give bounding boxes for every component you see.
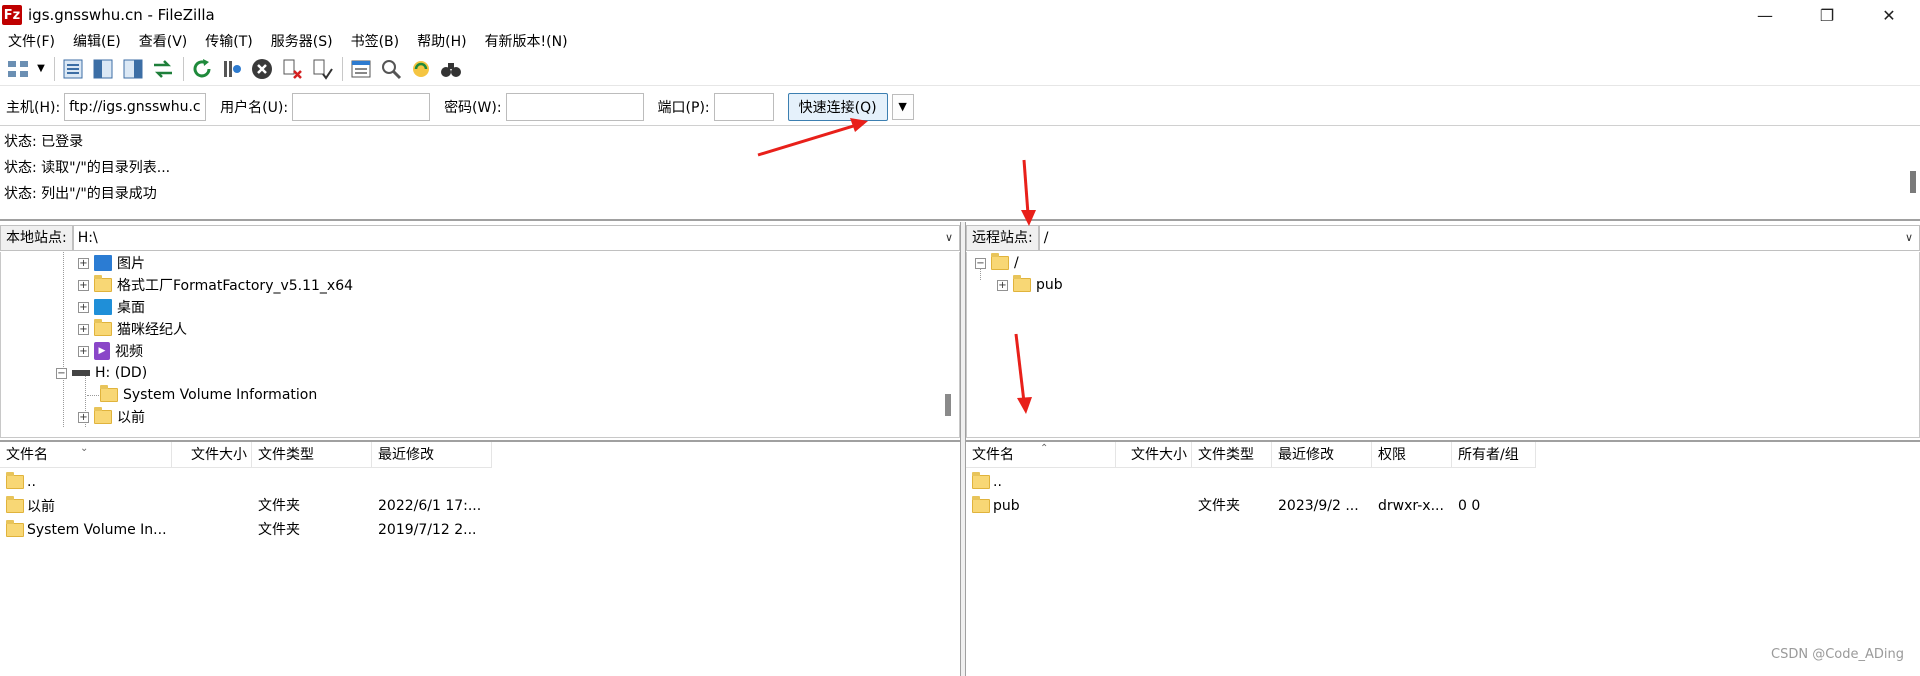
annotation-arrows — [757, 118, 1036, 414]
annotation-arrow-remote-site — [1021, 159, 1036, 226]
annotation-arrow-quickconnect — [757, 118, 868, 157]
annotation-arrow-remote-tree — [1014, 333, 1032, 414]
watermark: CSDN @Code_ADing — [1771, 647, 1904, 662]
